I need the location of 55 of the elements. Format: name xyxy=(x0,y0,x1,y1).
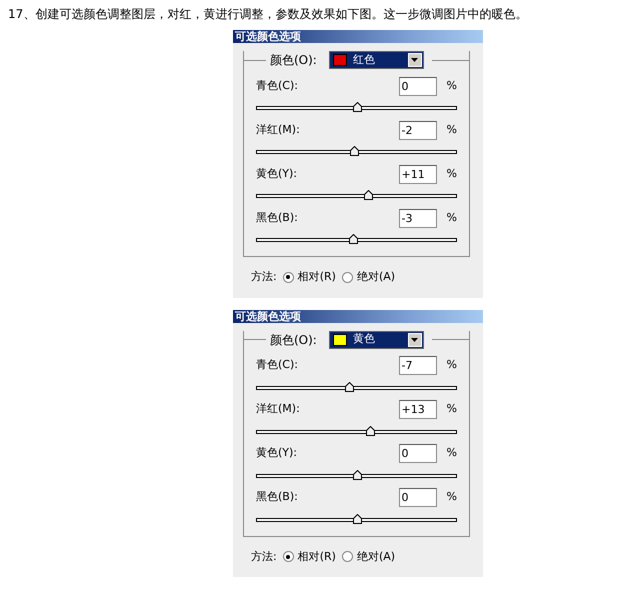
slider-label: 黑色(B): xyxy=(256,489,298,506)
unit-label: % xyxy=(446,489,457,506)
slider-track[interactable] xyxy=(256,194,457,198)
slider-label: 洋红(M): xyxy=(256,401,300,418)
method-label: 方法: xyxy=(251,548,277,564)
unit-label: % xyxy=(446,445,457,462)
radio-option[interactable]: 绝对(A) xyxy=(342,269,396,286)
radio-option[interactable]: 相对(R) xyxy=(282,269,336,286)
slider-track[interactable] xyxy=(256,150,457,154)
slider-track[interactable] xyxy=(256,518,457,522)
slider-label: 黄色(Y): xyxy=(256,445,298,462)
slider-thumb[interactable] xyxy=(345,382,354,392)
slider-label: 青色(C): xyxy=(256,357,298,374)
slider-label: 黑色(B): xyxy=(256,210,298,226)
dropdown-value: 黄色 xyxy=(352,331,375,348)
unit-label: % xyxy=(446,122,457,138)
slider-track[interactable] xyxy=(256,430,457,434)
dialog-title: 可选颜色选项 xyxy=(233,310,483,322)
slider-thumb[interactable] xyxy=(352,102,362,112)
slider-thumb[interactable] xyxy=(352,514,362,524)
unit-label: % xyxy=(446,210,457,226)
field-label: 颜色(O): xyxy=(269,332,318,348)
slider-track[interactable] xyxy=(256,474,457,478)
radio-option[interactable]: 绝对(A) xyxy=(342,548,396,565)
slider-thumb[interactable] xyxy=(349,234,358,244)
slider-thumb[interactable] xyxy=(364,190,373,200)
value-field[interactable]: 0 xyxy=(398,444,437,463)
caption-text: 17、创建可选颜色调整图层，对红，黄进行调整，参数及效果如下图。这一步微调图片中的暖色。 xyxy=(7,6,528,23)
slider-thumb[interactable] xyxy=(366,426,375,436)
dropdown-value: 红色 xyxy=(352,52,375,68)
dialog-title: 可选颜色选项 xyxy=(233,30,483,43)
radio-option[interactable]: 相对(R) xyxy=(282,548,336,565)
field-label: 颜色(O): xyxy=(269,52,318,69)
slider-label: 洋红(M): xyxy=(256,122,300,138)
value-field[interactable]: +11 xyxy=(398,164,437,184)
color-dropdown[interactable]: 黄色 xyxy=(328,330,424,348)
value-field[interactable]: 0 xyxy=(398,488,437,507)
slider-track[interactable] xyxy=(256,106,457,110)
value-field[interactable]: -7 xyxy=(398,356,437,375)
method-label: 方法: xyxy=(251,269,277,285)
unit-label: % xyxy=(446,166,457,182)
slider-track[interactable] xyxy=(256,386,457,390)
value-field[interactable]: 0 xyxy=(398,76,437,96)
slider-thumb[interactable] xyxy=(352,470,362,480)
color-dropdown[interactable]: 红色 xyxy=(328,51,424,69)
slider-thumb[interactable] xyxy=(350,146,360,156)
value-field[interactable]: +13 xyxy=(398,400,437,419)
unit-label: % xyxy=(446,78,457,94)
slider-track[interactable] xyxy=(256,238,457,242)
slider-label: 青色(C): xyxy=(256,78,298,94)
value-field[interactable]: -2 xyxy=(398,120,437,140)
unit-label: % xyxy=(446,401,457,418)
unit-label: % xyxy=(446,357,457,374)
value-field[interactable]: -3 xyxy=(398,208,437,228)
slider-label: 黄色(Y): xyxy=(256,166,298,182)
